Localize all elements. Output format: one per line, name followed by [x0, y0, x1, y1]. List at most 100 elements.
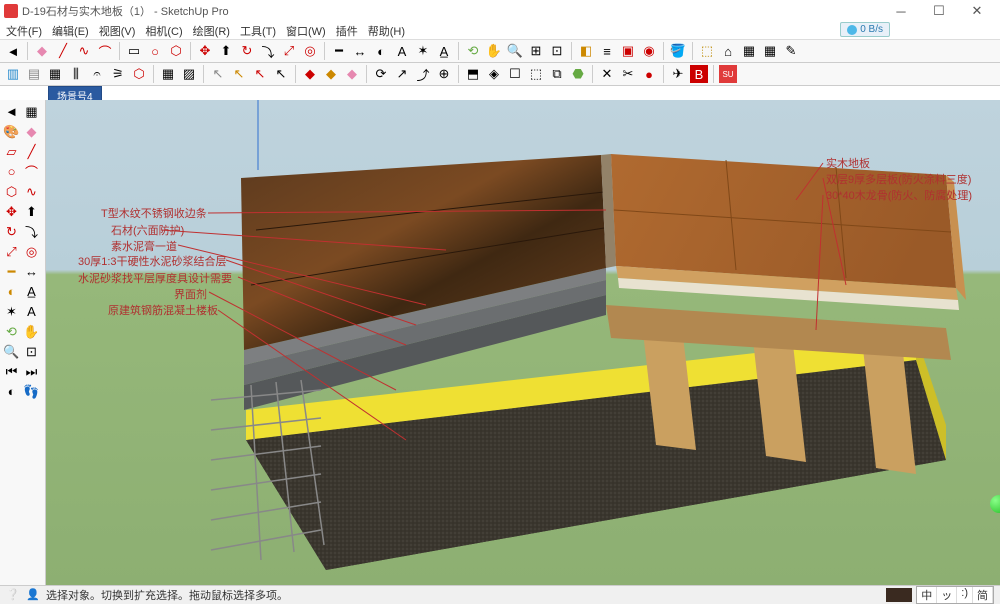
- plugin-22-icon[interactable]: ◈: [485, 65, 503, 83]
- menu-plugins[interactable]: 插件: [336, 23, 358, 39]
- menu-file[interactable]: 文件(F): [6, 23, 42, 39]
- lt-poly-icon[interactable]: ⬡: [2, 182, 21, 201]
- ime-bar[interactable]: 中ッ:)简: [916, 586, 994, 604]
- model-icon[interactable]: ▦: [740, 42, 758, 60]
- plugin-24-icon[interactable]: ⬚: [527, 65, 545, 83]
- lt-offset-icon[interactable]: ◎: [22, 242, 41, 261]
- scene-tab-4[interactable]: 场景号4: [48, 86, 102, 101]
- plugin-12-icon[interactable]: ↖: [251, 65, 269, 83]
- plugin-7-icon[interactable]: ⬡: [130, 65, 148, 83]
- plugin-6-icon[interactable]: ⚞: [109, 65, 127, 83]
- box-icon[interactable]: ⬚: [698, 42, 716, 60]
- outliner-icon[interactable]: ▣: [619, 42, 637, 60]
- circle-icon[interactable]: ○: [146, 42, 164, 60]
- lt-eraser-icon[interactable]: ◆: [22, 122, 41, 141]
- plugin-31-icon[interactable]: B: [690, 65, 708, 83]
- menu-tools[interactable]: 工具(T): [240, 23, 276, 39]
- lt-walk-icon[interactable]: 👣: [22, 382, 41, 401]
- text-icon[interactable]: A: [393, 42, 411, 60]
- lt-axes-icon[interactable]: ✶: [2, 302, 21, 321]
- plugin-25-icon[interactable]: ⧉: [548, 65, 566, 83]
- house-icon[interactable]: ⌂: [719, 42, 737, 60]
- lt-tape-icon[interactable]: ━: [2, 262, 21, 281]
- menu-view[interactable]: 视图(V): [99, 23, 136, 39]
- section-icon[interactable]: ◧: [577, 42, 595, 60]
- followme-icon[interactable]: ⤵: [259, 42, 277, 60]
- lt-zoom-icon[interactable]: 🔍: [2, 342, 21, 361]
- tape-icon[interactable]: ━: [330, 42, 348, 60]
- plugin-14-icon[interactable]: ◆: [301, 65, 319, 83]
- plugin-30-icon[interactable]: ✈: [669, 65, 687, 83]
- scale-icon[interactable]: ⤢: [280, 42, 298, 60]
- axes-icon[interactable]: ✶: [414, 42, 432, 60]
- lt-zprev-icon[interactable]: ⏮: [2, 362, 21, 381]
- plugin-4-icon[interactable]: ⫼: [67, 65, 85, 83]
- group-icon[interactable]: ▦: [761, 42, 779, 60]
- menu-window[interactable]: 窗口(W): [286, 23, 326, 39]
- plugin-19-icon[interactable]: ⤴: [414, 65, 432, 83]
- lt-face-icon[interactable]: ◐: [2, 382, 21, 401]
- lt-prot-icon[interactable]: ◐: [2, 282, 21, 301]
- lt-znext-icon[interactable]: ⏭: [22, 362, 41, 381]
- zoom-icon[interactable]: 🔍: [506, 42, 524, 60]
- tray-thumb[interactable]: [886, 588, 912, 602]
- plugin-11-icon[interactable]: ↖: [230, 65, 248, 83]
- plugin-15-icon[interactable]: ◆: [322, 65, 340, 83]
- lt-text-icon[interactable]: A̲: [22, 282, 41, 301]
- plugin-32-icon[interactable]: SU: [719, 65, 737, 83]
- plugin-27-icon[interactable]: ✕: [598, 65, 616, 83]
- lt-move-icon[interactable]: ✥: [2, 202, 21, 221]
- rotate-icon[interactable]: ↻: [238, 42, 256, 60]
- plugin-29-icon[interactable]: ●: [640, 65, 658, 83]
- menu-draw[interactable]: 绘图(R): [193, 23, 230, 39]
- paint-icon[interactable]: 🪣: [669, 42, 687, 60]
- plugin-18-icon[interactable]: ↗: [393, 65, 411, 83]
- 3dtext-icon[interactable]: A̲: [435, 42, 453, 60]
- menu-help[interactable]: 帮助(H): [368, 23, 405, 39]
- plugin-21-icon[interactable]: ⬒: [464, 65, 482, 83]
- component-icon[interactable]: ◉: [640, 42, 658, 60]
- close-button[interactable]: ✕: [958, 0, 996, 22]
- plugin-26-icon[interactable]: ⬣: [569, 65, 587, 83]
- protractor-icon[interactable]: ◐: [372, 42, 390, 60]
- lt-pushpull-icon[interactable]: ⬆: [22, 202, 41, 221]
- lt-line-icon[interactable]: ╱: [22, 142, 41, 161]
- lt-dim-icon[interactable]: ↔: [22, 262, 41, 281]
- edit-icon[interactable]: ✎: [782, 42, 800, 60]
- pan-icon[interactable]: ✋: [485, 42, 503, 60]
- lt-component-icon[interactable]: ▦: [22, 102, 41, 121]
- plugin-23-icon[interactable]: ☐: [506, 65, 524, 83]
- plugin-5-icon[interactable]: 𝄐: [88, 65, 106, 83]
- lt-rect-icon[interactable]: ▱: [2, 142, 21, 161]
- lt-3dtext-icon[interactable]: A: [22, 302, 41, 321]
- plugin-1-icon[interactable]: ▥: [4, 65, 22, 83]
- menu-camera[interactable]: 相机(C): [145, 23, 182, 39]
- maximize-button[interactable]: ☐: [920, 0, 958, 22]
- move-icon[interactable]: ✥: [196, 42, 214, 60]
- pushpull-icon[interactable]: ⬆: [217, 42, 235, 60]
- zoomextents-icon[interactable]: ⊡: [548, 42, 566, 60]
- viewport-3d[interactable]: T型木纹不锈钢收边条 石材(六面防护) 素水泥膏一道 30厚1:3干硬性水泥砂浆…: [46, 100, 1000, 585]
- polygon-icon[interactable]: ⬡: [167, 42, 185, 60]
- zoomwindow-icon[interactable]: ⊞: [527, 42, 545, 60]
- plugin-16-icon[interactable]: ◆: [343, 65, 361, 83]
- freehand-icon[interactable]: ∿: [75, 42, 93, 60]
- plugin-3-icon[interactable]: ▦: [46, 65, 64, 83]
- eraser-icon[interactable]: ◆: [33, 42, 51, 60]
- pencil-icon[interactable]: ╱: [54, 42, 72, 60]
- plugin-13-icon[interactable]: ↖: [272, 65, 290, 83]
- lt-zext-icon[interactable]: ⊡: [22, 342, 41, 361]
- lt-pan-icon[interactable]: ✋: [22, 322, 41, 341]
- lt-followme-icon[interactable]: ⤵: [22, 222, 41, 241]
- rectangle-icon[interactable]: ▭: [125, 42, 143, 60]
- lt-circle-icon[interactable]: ○: [2, 162, 21, 181]
- plugin-2-icon[interactable]: ▤: [25, 65, 43, 83]
- arc-icon[interactable]: ⌒: [96, 42, 114, 60]
- lt-paint-icon[interactable]: 🎨: [2, 122, 21, 141]
- lt-select-icon[interactable]: ◄: [2, 102, 21, 121]
- minimize-button[interactable]: ─: [882, 0, 920, 22]
- orbit-icon[interactable]: ⟲: [464, 42, 482, 60]
- lt-orbit-icon[interactable]: ⟲: [2, 322, 21, 341]
- lt-freehand-icon[interactable]: ∿: [22, 182, 41, 201]
- offset-icon[interactable]: ◎: [301, 42, 319, 60]
